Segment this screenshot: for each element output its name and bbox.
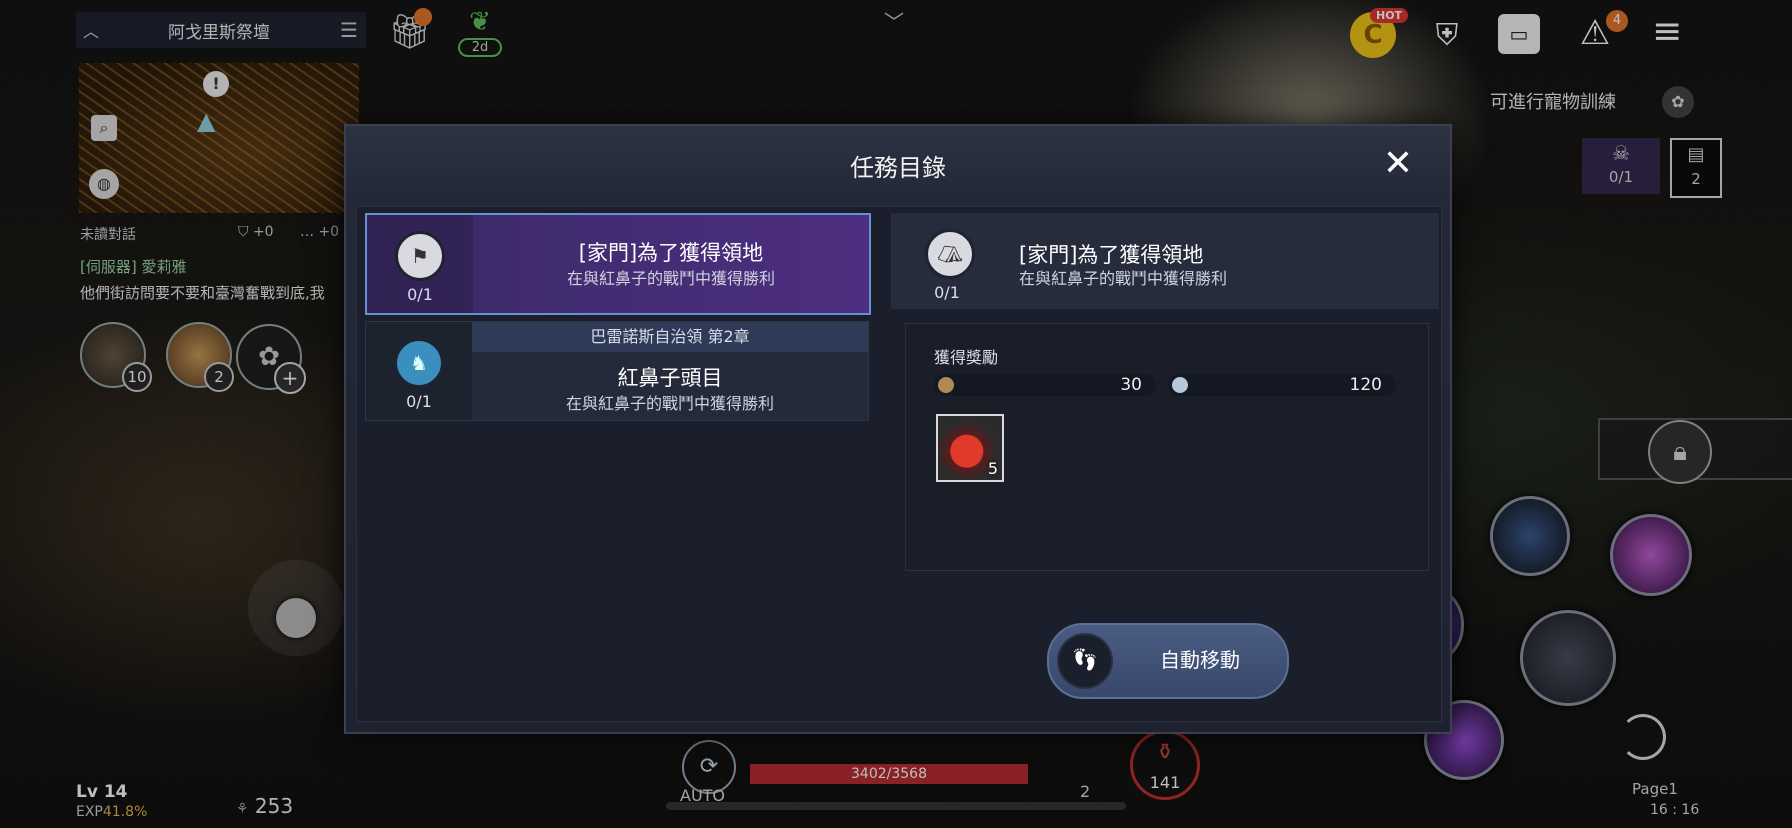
silver-reward-bar: 120 bbox=[1168, 374, 1396, 396]
tent-icon: ⛺︎ bbox=[925, 229, 975, 279]
quest-list-modal: 任務目錄 ✕ ⚑ 0/1 [家門]為了獲得領地 在與紅鼻子的戰鬥中獲得勝利 ♞ … bbox=[344, 124, 1452, 734]
close-button[interactable]: ✕ bbox=[1378, 144, 1418, 184]
quest-title: [家門]為了獲得領地 bbox=[578, 241, 764, 265]
banner-icon: ⚑ bbox=[395, 231, 445, 281]
modal-body: ⚑ 0/1 [家門]為了獲得領地 在與紅鼻子的戰鬥中獲得勝利 ♞ 0/1 巴雷諾… bbox=[356, 206, 1442, 722]
detail-progress: 0/1 bbox=[934, 283, 960, 302]
reward-label: 獲得獎勵 bbox=[934, 348, 999, 367]
quest-progress: 0/1 bbox=[407, 285, 433, 304]
exp-icon bbox=[938, 377, 954, 393]
silver-reward-value: 120 bbox=[1349, 375, 1382, 395]
modal-title: 任務目錄 bbox=[850, 154, 946, 182]
reward-panel: 獲得獎勵 30 120 5 bbox=[905, 323, 1429, 571]
reward-item-potion[interactable]: 5 bbox=[936, 414, 1004, 482]
silver-icon bbox=[1172, 377, 1188, 393]
quest-item-1[interactable]: ⚑ 0/1 [家門]為了獲得領地 在與紅鼻子的戰鬥中獲得勝利 bbox=[365, 213, 871, 315]
quest-title: 紅鼻子頭目 bbox=[617, 366, 723, 390]
quest-chapter: 巴雷諾斯自治領 第2章 bbox=[472, 322, 868, 352]
quest-item-2[interactable]: ♞ 0/1 巴雷諾斯自治領 第2章 紅鼻子頭目 在與紅鼻子的戰鬥中獲得勝利 bbox=[365, 321, 869, 421]
horse-shield-icon: ♞ bbox=[394, 338, 444, 388]
exp-reward-bar: 30 bbox=[934, 374, 1156, 396]
quest-desc: 在與紅鼻子的戰鬥中獲得勝利 bbox=[565, 394, 774, 413]
quest-detail-header: ⛺︎ 0/1 [家門]為了獲得領地 在與紅鼻子的戰鬥中獲得勝利 bbox=[891, 213, 1439, 309]
quest-desc: 在與紅鼻子的戰鬥中獲得勝利 bbox=[566, 269, 775, 288]
footsteps-icon: 👣︎ bbox=[1057, 633, 1113, 689]
auto-move-button[interactable]: 👣︎ 自動移動 bbox=[1047, 623, 1289, 699]
close-icon: ✕ bbox=[1382, 143, 1414, 184]
exp-reward-value: 30 bbox=[1120, 375, 1142, 395]
quest-progress: 0/1 bbox=[406, 392, 432, 411]
detail-desc: 在與紅鼻子的戰鬥中獲得勝利 bbox=[1019, 269, 1228, 288]
reward-item-count: 5 bbox=[987, 459, 998, 478]
auto-move-label: 自動移動 bbox=[1160, 648, 1240, 672]
